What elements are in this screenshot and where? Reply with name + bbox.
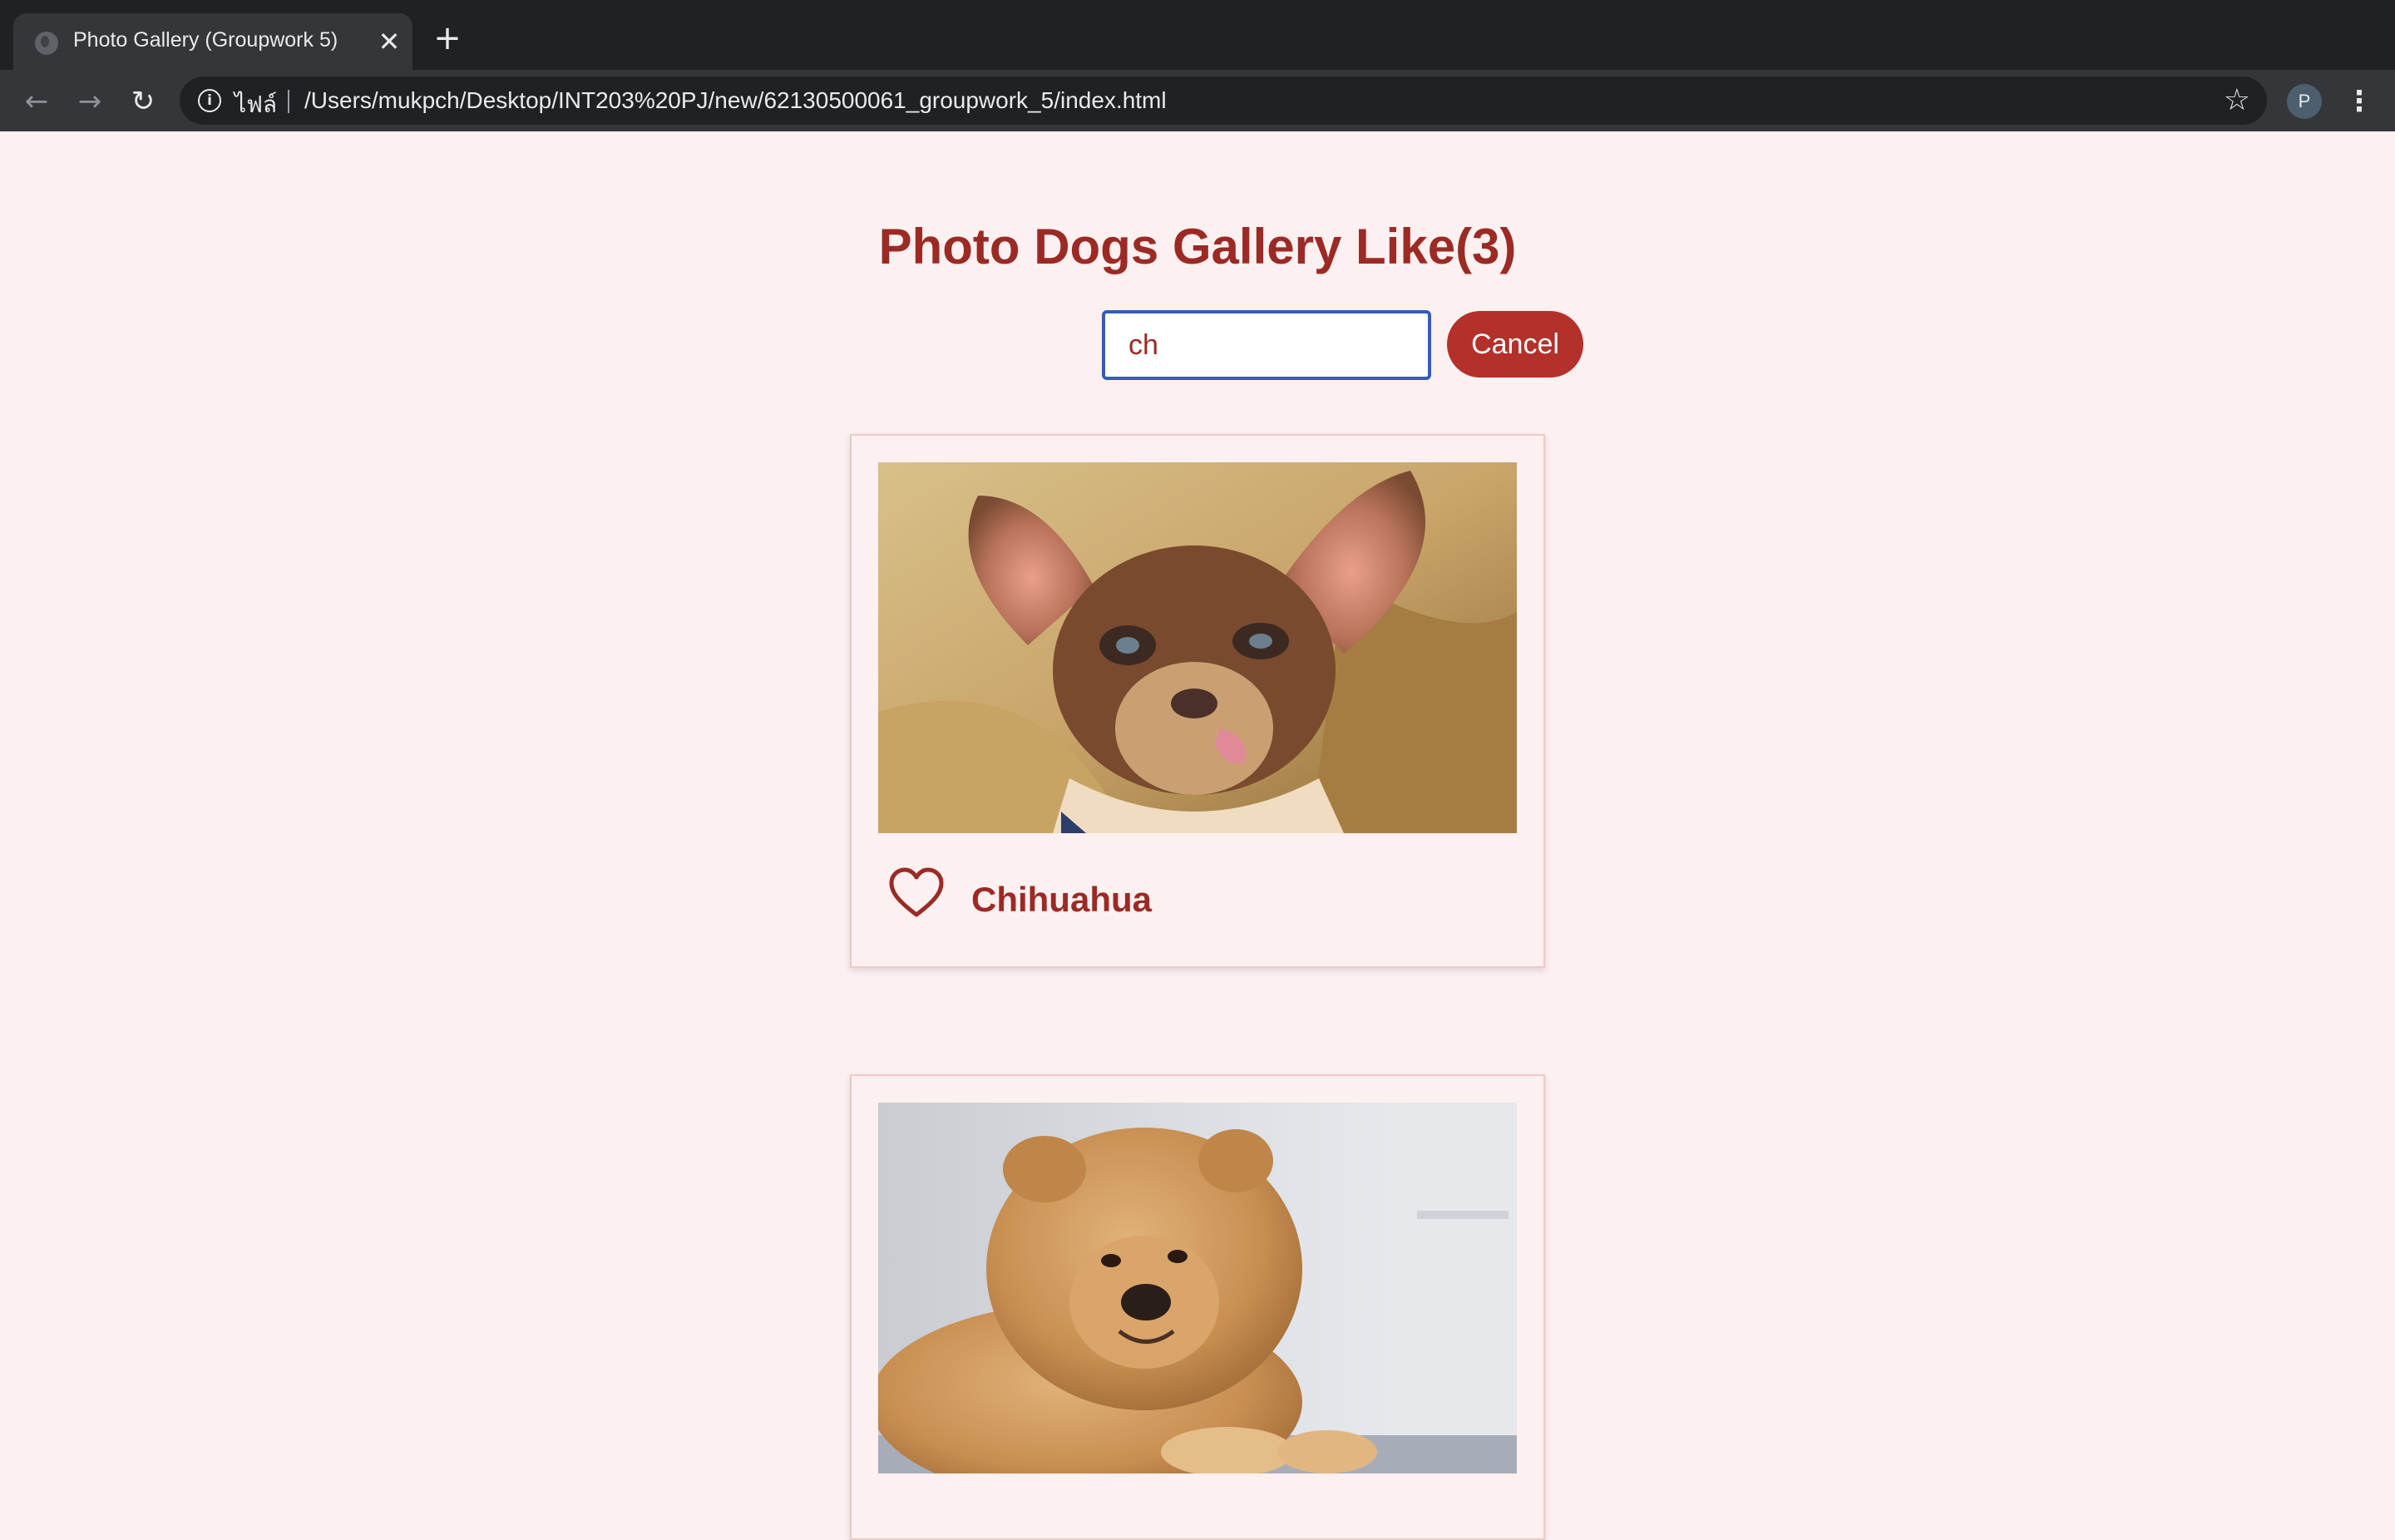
heart-outline-icon[interactable] (888, 866, 945, 920)
forward-arrow-icon[interactable]: → (73, 85, 106, 118)
address-divider (288, 90, 289, 113)
dog-name: Chihuahua (971, 880, 1152, 919)
address-bar[interactable]: i ไฟล์ /Users/mukpch/Desktop/INT203%20PJ… (180, 77, 2267, 125)
reload-icon[interactable]: ↻ (126, 85, 160, 118)
browser-tab[interactable]: Photo Gallery (Groupwork 5) ✕ (13, 13, 412, 70)
close-tab-icon[interactable]: ✕ (373, 25, 406, 58)
dog-card (850, 1074, 1545, 1540)
browser-tab-strip: Photo Gallery (Groupwork 5) ✕ + (0, 0, 2395, 70)
dog-photo (878, 1103, 1517, 1473)
bookmark-star-icon[interactable]: ☆ (2224, 81, 2250, 120)
globe-icon (35, 32, 58, 55)
browser-toolbar: ← → ↻ i ไฟล์ /Users/mukpch/Desktop/INT20… (0, 70, 2395, 131)
search-input[interactable] (1102, 310, 1431, 380)
chihuahua-photo (878, 462, 1517, 833)
back-arrow-icon[interactable]: ← (20, 85, 53, 118)
info-icon[interactable]: i (198, 89, 221, 112)
scheme-label: ไฟล์ (235, 91, 278, 118)
card-footer: Chihuahua (888, 866, 1504, 933)
dog-card: Chihuahua (850, 434, 1545, 968)
url-text[interactable]: /Users/mukpch/Desktop/INT203%20PJ/new/62… (304, 87, 1167, 114)
new-tab-icon[interactable]: + (431, 22, 464, 55)
page-title: Photo Dogs Gallery Like(3) (878, 219, 1517, 274)
profile-avatar[interactable]: P (2287, 84, 2322, 119)
kebab-menu-icon[interactable]: ⋮ (2345, 83, 2373, 120)
cancel-button[interactable]: Cancel (1447, 311, 1583, 378)
chow-chow-photo (878, 1103, 1517, 1473)
tab-title: Photo Gallery (Groupwork 5) (73, 28, 338, 52)
dog-photo (878, 462, 1517, 833)
